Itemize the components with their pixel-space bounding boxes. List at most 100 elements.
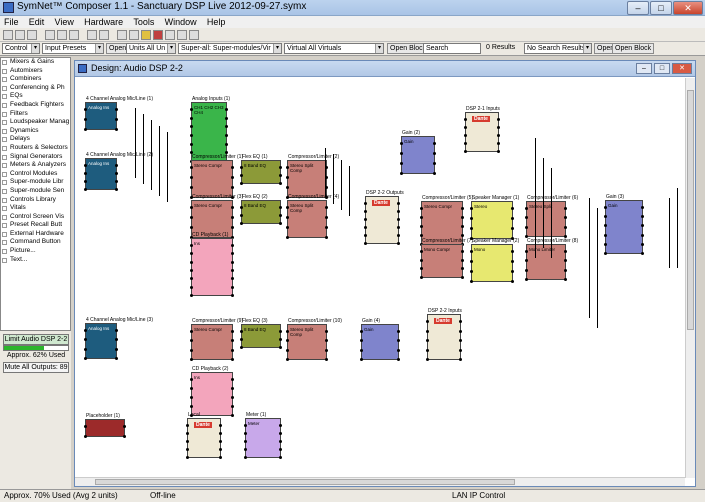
tree-item[interactable]: Filters <box>1 110 70 119</box>
connection-pin[interactable] <box>325 206 328 209</box>
zoom-in-icon[interactable] <box>165 30 175 40</box>
connection-pin[interactable] <box>525 207 528 210</box>
connection-pin[interactable] <box>564 250 567 253</box>
menu-window[interactable]: Window <box>161 16 201 28</box>
dsp-module[interactable]: Meter (1) Meter <box>244 412 282 459</box>
connection-pin[interactable] <box>286 348 289 352</box>
units-select[interactable]: Units All Un ▾ <box>126 43 176 54</box>
connection-pin[interactable] <box>279 222 282 225</box>
expand-icon[interactable] <box>2 68 7 74</box>
expand-icon[interactable] <box>2 137 7 143</box>
vertical-scroll-thumb[interactable] <box>687 90 694 330</box>
dsp-module[interactable]: Compressor/Limiter (8) Mono Limiter <box>525 238 578 281</box>
connection-pin[interactable] <box>225 134 228 137</box>
connection-pin[interactable] <box>426 320 429 323</box>
search-results-select[interactable]: No Search Results ▾ <box>524 43 592 54</box>
connection-pin[interactable] <box>231 348 234 352</box>
connection-pin[interactable] <box>84 329 87 332</box>
connection-pin[interactable] <box>286 358 289 361</box>
tree-item[interactable]: Super-module Sen <box>1 187 70 196</box>
connection-pin[interactable] <box>564 278 567 281</box>
connection-pin[interactable] <box>397 242 400 245</box>
connection-pin[interactable] <box>461 207 464 210</box>
connection-pin[interactable] <box>84 128 87 131</box>
connection-pin[interactable] <box>433 172 436 175</box>
connection-pin[interactable] <box>231 387 234 390</box>
connection-pin[interactable] <box>190 116 193 120</box>
connection-pin[interactable] <box>190 134 193 137</box>
connection-pin[interactable] <box>123 435 126 438</box>
design-close-button[interactable]: ✕ <box>672 63 692 74</box>
connection-pin[interactable] <box>511 260 514 263</box>
expand-icon[interactable] <box>2 128 7 134</box>
tree-item[interactable]: Command Button <box>1 238 70 247</box>
dsp-module[interactable]: Compressor/Limiter (2) Stereo Split Comp <box>286 154 339 199</box>
connection-pin[interactable] <box>360 348 363 352</box>
connection-pin[interactable] <box>397 348 400 352</box>
tree-item[interactable]: Text... <box>1 256 70 265</box>
connection-pin[interactable] <box>564 225 567 229</box>
connection-pin[interactable] <box>279 214 282 217</box>
connection-pin[interactable] <box>470 227 473 230</box>
connection-pin[interactable] <box>564 268 567 272</box>
expand-icon[interactable] <box>2 171 7 177</box>
connection-pin[interactable] <box>325 339 328 343</box>
connection-pin[interactable] <box>470 207 473 210</box>
cut-icon[interactable] <box>45 30 55 40</box>
new-icon[interactable] <box>3 30 13 40</box>
mute-all-button[interactable]: Mute All Outputs: 89 <box>3 362 69 373</box>
connection-pin[interactable] <box>219 456 222 459</box>
connection-pin[interactable] <box>525 278 528 281</box>
connection-pin[interactable] <box>400 142 403 145</box>
connection-pin[interactable] <box>364 202 367 205</box>
connection-pin[interactable] <box>325 226 328 229</box>
connection-pin[interactable] <box>461 250 464 253</box>
connection-pin[interactable] <box>364 226 367 229</box>
limit-audio-button[interactable]: Limit Audio DSP 2-2 <box>3 334 69 345</box>
connection-pin[interactable] <box>426 358 429 361</box>
dsp-module[interactable]: 4 Channel Analog Mic/Line (2) Analog Ins <box>84 152 153 191</box>
dsp-module[interactable]: 4 Channel Analog Mic/Line (1) Analog Ins <box>84 96 153 131</box>
connection-pin[interactable] <box>190 260 193 264</box>
connection-pin[interactable] <box>84 188 87 191</box>
control-select[interactable]: Control ▾ <box>2 43 40 54</box>
tree-item[interactable]: Dynamics <box>1 127 70 136</box>
connection-pin[interactable] <box>231 216 234 219</box>
expand-icon[interactable] <box>2 145 7 151</box>
connection-pin[interactable] <box>397 202 400 205</box>
connection-pin[interactable] <box>231 252 234 256</box>
connection-pin[interactable] <box>84 357 87 360</box>
connection-pin[interactable] <box>190 206 193 209</box>
tree-item[interactable]: Picture... <box>1 247 70 256</box>
connection-pin[interactable] <box>84 108 87 111</box>
connection-pin[interactable] <box>286 226 289 229</box>
dsp-module[interactable]: CD Playback (1) Ins <box>190 232 234 297</box>
tree-item[interactable]: Conferencing & Ph <box>1 84 70 93</box>
dsp-module[interactable]: DSP 2-2 Outputs Dante <box>364 190 404 245</box>
connection-pin[interactable] <box>397 218 400 221</box>
connection-pin[interactable] <box>459 348 462 352</box>
connection-pin[interactable] <box>190 269 193 272</box>
tree-item[interactable]: Loudspeaker Manag <box>1 118 70 127</box>
connection-pin[interactable] <box>420 267 423 271</box>
connection-pin[interactable] <box>231 277 234 281</box>
dsp-module[interactable]: Speaker Manager (2) Mono <box>470 238 519 283</box>
connection-pin[interactable] <box>115 128 118 131</box>
connection-pin[interactable] <box>433 142 436 145</box>
connection-pin[interactable] <box>461 267 464 271</box>
connection-pin[interactable] <box>400 152 403 155</box>
connection-pin[interactable] <box>190 387 193 390</box>
connection-pin[interactable] <box>231 358 234 361</box>
dsp-module[interactable]: Flex EQ (1) 8 Band EQ <box>240 154 282 185</box>
dsp-module[interactable]: Flex EQ (3) 8 Band EQ <box>240 318 282 349</box>
connection-pin[interactable] <box>115 118 118 121</box>
connection-pin[interactable] <box>219 432 222 435</box>
connection-pin[interactable] <box>225 125 228 129</box>
connection-pin[interactable] <box>641 252 644 255</box>
connection-pin[interactable] <box>190 405 193 408</box>
connection-pin[interactable] <box>497 150 500 153</box>
connection-pin[interactable] <box>279 448 282 451</box>
connection-pin[interactable] <box>115 357 118 360</box>
paste-icon[interactable] <box>69 30 79 40</box>
connection-pin[interactable] <box>115 188 118 191</box>
